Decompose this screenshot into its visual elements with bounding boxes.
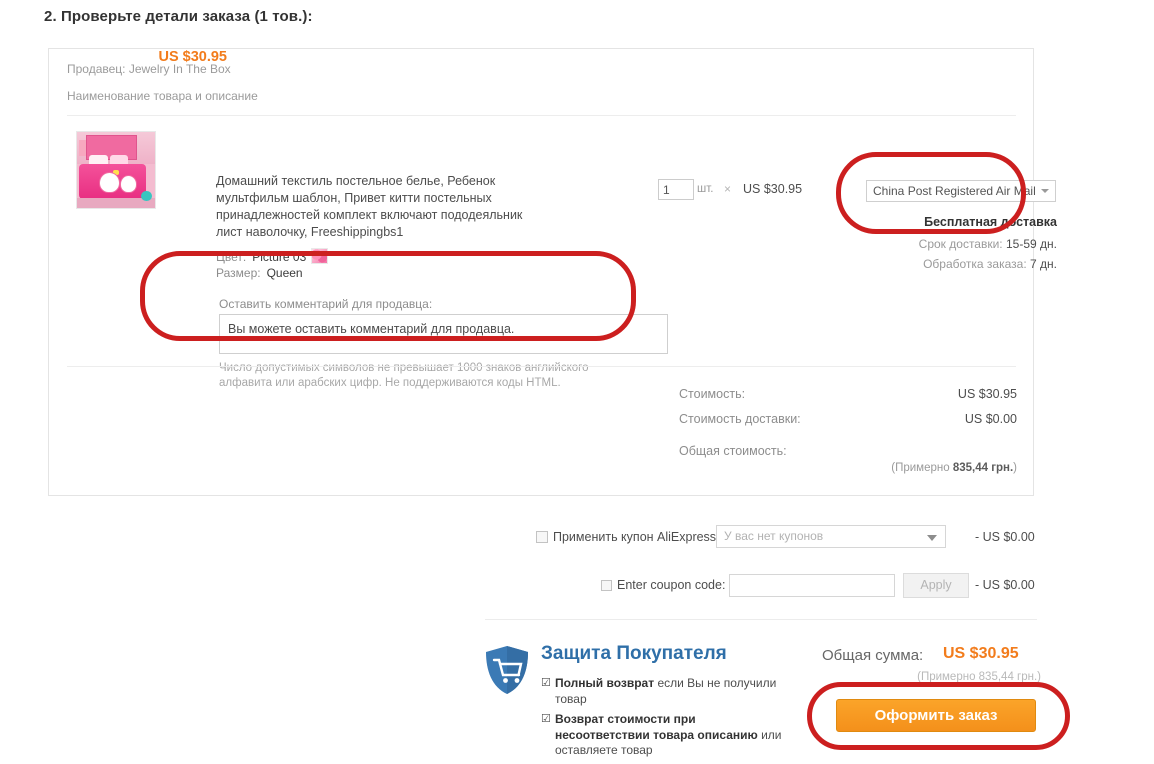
product-size-value: Queen xyxy=(266,266,303,280)
approx-prefix: (Примерно xyxy=(891,462,950,474)
apply-aliexpress-coupon-checkbox[interactable] xyxy=(536,531,548,543)
grand-total-value: US $30.95 xyxy=(943,645,1019,662)
product-size-row: Размер: Queen xyxy=(216,266,303,280)
grand-total-label: Общая сумма: xyxy=(822,647,924,664)
page-title: 2. Проверьте детали заказа (1 тов.): xyxy=(44,8,313,25)
seller-comment-textarea[interactable] xyxy=(219,314,668,354)
seller-comment-label: Оставить комментарий для продавца: xyxy=(219,297,433,311)
product-title[interactable]: Домашний текстиль постельное белье, Ребе… xyxy=(216,173,534,241)
check-icon: ☑ xyxy=(541,677,551,689)
bp-item-strong: Полный возврат xyxy=(555,676,655,690)
quantity-input[interactable] xyxy=(658,179,694,200)
product-color-row: Цвет: Picture 03 xyxy=(216,248,329,264)
processing-time-label: Обработка заказа: xyxy=(923,257,1027,271)
order-total-approx: (Примерно 835,44 грн.) xyxy=(809,462,1017,474)
approx-suffix: ) xyxy=(1013,462,1017,474)
enter-coupon-code-checkbox[interactable] xyxy=(601,580,612,591)
delivery-time-label: Срок доставки: xyxy=(918,237,1003,251)
buyer-protection-list: ☑ Полный возврат если Вы не получили това… xyxy=(541,676,786,764)
quantity-unit-label: шт. xyxy=(697,183,714,195)
grand-total-approx: (Примерно 835,44 грн.) xyxy=(917,671,1041,683)
subtotal-value: US $30.95 xyxy=(957,387,1017,401)
item-column-header: Наименование товара и описание xyxy=(67,89,258,103)
aliexpress-coupon-select[interactable]: У вас нет купонов xyxy=(716,525,946,548)
product-size-label: Размер: xyxy=(216,266,261,280)
enter-coupon-code-label: Enter coupon code: xyxy=(617,578,726,592)
shipping-cost-value: US $0.00 xyxy=(964,412,1017,426)
multiply-sign: × xyxy=(724,182,732,196)
list-item: ☑ Полный возврат если Вы не получили това… xyxy=(541,676,786,707)
delivery-time-value: 15-59 дн. xyxy=(1006,237,1057,251)
order-details-card: Продавец: Jewelry In The Box Наименовани… xyxy=(48,48,1057,496)
list-item: ☑ Возврат стоимости при несоответствии то… xyxy=(541,712,786,759)
bp-item-strong: Возврат стоимости при несоответствии тов… xyxy=(555,712,758,742)
processing-time-value: 7 дн. xyxy=(1030,257,1057,271)
shipping-method-select[interactable]: China Post Registered Air Mail xyxy=(866,180,1056,202)
shipping-cost-label: Стоимость доставки: xyxy=(679,412,801,426)
free-shipping-label: Бесплатная доставка xyxy=(924,215,1057,229)
apply-coupon-button[interactable]: Apply xyxy=(903,573,969,598)
unit-price: US $30.95 xyxy=(743,182,803,196)
checkout-divider xyxy=(485,619,1037,620)
coupon-code-input[interactable] xyxy=(729,574,895,597)
chevron-down-icon xyxy=(927,535,937,541)
check-icon: ☑ xyxy=(541,713,551,725)
subtotal-label: Стоимость: xyxy=(679,387,746,401)
product-thumbnail[interactable] xyxy=(76,131,156,209)
shipping-method-value: China Post Registered Air Mail xyxy=(873,184,1036,198)
seller-name[interactable]: Продавец: Jewelry In The Box xyxy=(67,62,231,76)
card-header-divider xyxy=(67,115,1016,116)
place-order-button[interactable]: Оформить заказ xyxy=(836,699,1036,732)
buyer-protection-title: Защита Покупателя xyxy=(541,643,727,664)
coupon-code-discount: - US $0.00 xyxy=(975,578,1035,592)
delivery-time-row: Срок доставки: 15-59 дн. xyxy=(905,237,1057,251)
totals-divider xyxy=(67,366,1016,367)
chevron-down-icon xyxy=(1041,189,1049,193)
shield-cart-icon xyxy=(486,646,528,694)
color-swatch-icon xyxy=(311,248,329,264)
aliexpress-coupon-value: У вас нет купонов xyxy=(724,529,824,543)
apply-aliexpress-coupon-label: Применить купон AliExpress: xyxy=(553,530,720,544)
processing-time-row: Обработка заказа: 7 дн. xyxy=(905,257,1057,271)
aliexpress-coupon-discount: - US $0.00 xyxy=(975,530,1035,544)
product-color-value: Picture 03 xyxy=(252,250,307,264)
approx-amount: 835,44 грн. xyxy=(952,462,1014,474)
product-image-art xyxy=(77,132,155,208)
product-color-label: Цвет: xyxy=(216,250,247,264)
order-total-label: Общая стоимость: xyxy=(679,444,787,458)
